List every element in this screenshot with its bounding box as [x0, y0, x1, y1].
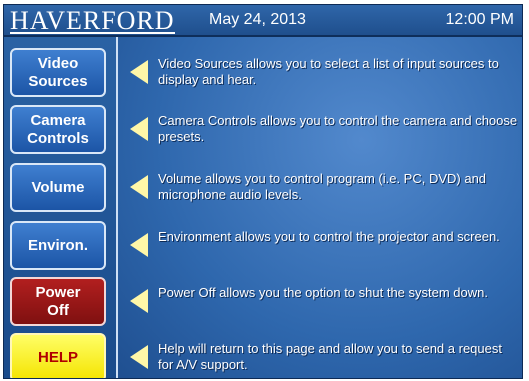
- help-row-help: Help will return to this page and allow …: [118, 333, 522, 378]
- left-arrow-icon: [130, 233, 148, 257]
- power-off-button[interactable]: Power Off: [10, 277, 106, 326]
- left-arrow-icon: [130, 289, 148, 313]
- help-row-volume: Volume allows you to control program (i.…: [118, 163, 522, 212]
- help-content: Video Sources allows you to select a lis…: [118, 37, 522, 378]
- camera-controls-button[interactable]: Camera Controls: [10, 105, 106, 154]
- video-sources-button[interactable]: Video Sources: [10, 48, 106, 97]
- date-display: May 24, 2013: [209, 11, 306, 28]
- volume-label: Volume: [31, 178, 85, 196]
- left-arrow-icon: [130, 175, 148, 199]
- volume-button[interactable]: Volume: [10, 163, 106, 212]
- video-sources-label: Video Sources: [28, 54, 88, 90]
- help-row-camera-controls: Camera Controls allows you to control th…: [118, 105, 522, 154]
- time-display: 12:00 PM: [445, 11, 514, 28]
- help-description: Help will return to this page and allow …: [158, 341, 502, 372]
- touch-panel: HAVERFORD May 24, 2013 12:00 PM Video So…: [3, 4, 523, 379]
- environ-button[interactable]: Environ.: [10, 221, 106, 270]
- haverford-logo: HAVERFORD: [10, 6, 175, 35]
- help-row-power-off: Power Off allows you the option to shut …: [118, 277, 522, 326]
- power-off-label: Power Off: [35, 283, 81, 319]
- camera-controls-label: Camera Controls: [27, 111, 89, 147]
- camera-controls-description: Camera Controls allows you to control th…: [158, 113, 518, 144]
- help-row-environment: Environment allows you to control the pr…: [118, 221, 522, 270]
- power-off-description: Power Off allows you the option to shut …: [158, 285, 488, 300]
- help-label: HELP: [37, 348, 78, 366]
- help-row-video-sources: Video Sources allows you to select a lis…: [118, 48, 522, 97]
- left-nav: Video Sources Camera Controls Volume Env…: [4, 37, 116, 378]
- volume-description: Volume allows you to control program (i.…: [158, 171, 487, 202]
- left-arrow-icon: [130, 345, 148, 369]
- left-arrow-icon: [130, 60, 148, 84]
- left-arrow-icon: [130, 117, 148, 141]
- top-bar: HAVERFORD May 24, 2013 12:00 PM: [4, 5, 522, 37]
- environ-label: Environ.: [27, 236, 88, 254]
- help-button[interactable]: HELP: [10, 333, 106, 378]
- video-sources-description: Video Sources allows you to select a lis…: [158, 56, 499, 87]
- environment-description: Environment allows you to control the pr…: [158, 229, 500, 244]
